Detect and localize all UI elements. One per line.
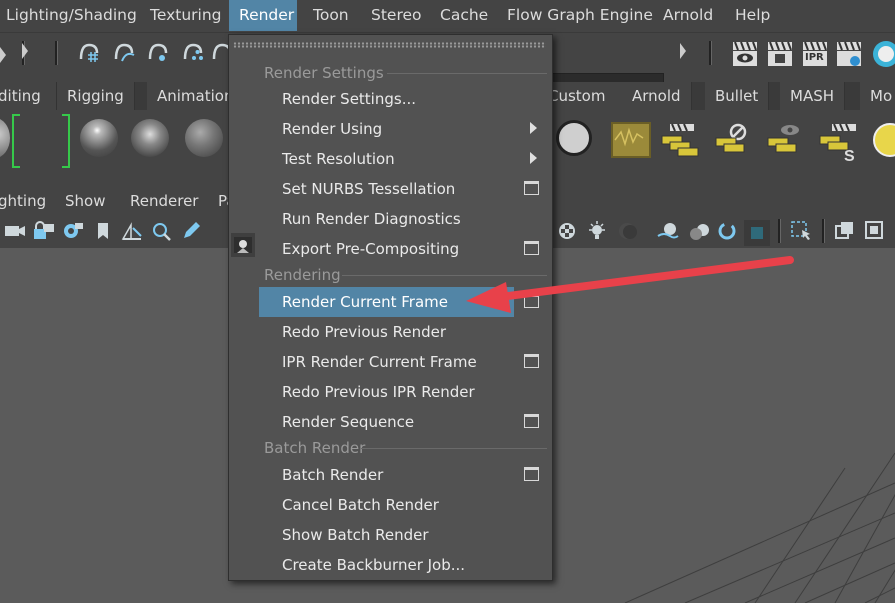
pointer-arrow-icon <box>466 256 794 313</box>
